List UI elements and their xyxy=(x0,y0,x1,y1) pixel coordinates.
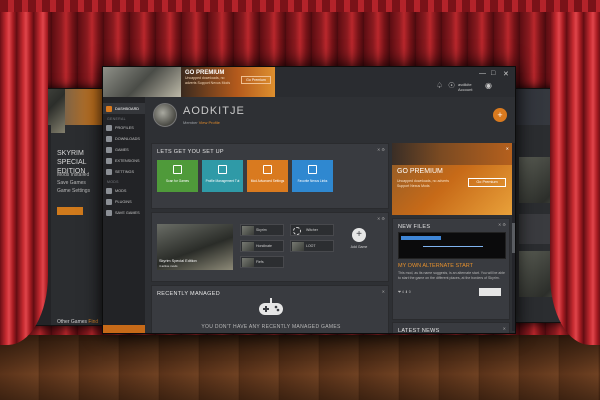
premium-banner: GO PREMIUM Uncapped downloads, no advert… xyxy=(181,67,275,97)
recently-managed-panel: RECENTLY MANAGED ✕ YOU DON'T HAVE ANY RE… xyxy=(151,285,389,333)
avatar-small[interactable]: ◉ xyxy=(485,81,492,90)
games-icon xyxy=(106,146,112,153)
titlebar: GO PREMIUM Uncapped downloads, no advert… xyxy=(103,67,515,97)
panel-controls-icon[interactable]: ✕ ⚙ xyxy=(498,222,506,227)
panel-title: LATEST NEWS xyxy=(398,328,440,334)
curtain-left xyxy=(0,0,48,345)
extensions-icon xyxy=(106,157,112,164)
go-premium-button[interactable]: Go Premium xyxy=(468,178,506,187)
panel-controls-icon[interactable]: ✕ xyxy=(382,289,385,294)
gamepad-icon xyxy=(259,298,283,315)
panel-controls-icon[interactable]: ✕ ⚙ xyxy=(377,147,385,152)
bg-line: Save Games xyxy=(57,180,86,186)
sidebar-item-downloads[interactable]: DOWNLOADS xyxy=(103,133,145,144)
game-slot[interactable]: LOOT xyxy=(290,240,334,252)
panel-title: LETS GET YOU SET UP xyxy=(157,149,224,155)
settings-icon xyxy=(106,168,112,175)
game-slot[interactable]: Fiefs xyxy=(240,256,284,268)
downloads-icon xyxy=(106,135,112,142)
profile-icon xyxy=(218,165,227,174)
tile-favorite-links[interactable]: Favorite Nexus Links xyxy=(292,160,333,192)
sidebar-footer-accent xyxy=(103,325,145,333)
bg-other-games: Other Games Find xyxy=(57,319,99,325)
curtain-right xyxy=(550,0,600,345)
username: AODKITJE xyxy=(183,105,245,117)
game-slot[interactable]: Witcher xyxy=(290,224,334,236)
maximize-button[interactable]: □ xyxy=(491,70,495,77)
premium-image xyxy=(392,143,512,165)
sidebar-item-plugins[interactable]: PLUGINS xyxy=(103,196,145,207)
sidebar-item-dashboard[interactable]: DASHBOARD xyxy=(103,103,145,114)
sidebar-item-save-games[interactable]: SAVE GAMES xyxy=(103,207,145,218)
member-role: Member View Profile xyxy=(183,120,220,125)
file-stats: ❤ 4 ⬇ 0 xyxy=(398,290,411,294)
sidebar-item-games[interactable]: GAMES xyxy=(103,144,145,155)
sidebar-section-mods: MODS xyxy=(107,180,119,184)
file-description: This mod, as its name suggests, is an al… xyxy=(398,271,506,280)
setup-panel: LETS GET YOU SET UP ✕ ⚙ Scan for Games P… xyxy=(151,143,389,209)
banner-subtitle: Uncapped downloads, no adverts Support N… xyxy=(185,76,231,85)
game-thumbnail xyxy=(103,67,181,97)
minimize-button[interactable]: — xyxy=(479,70,486,77)
file-banner-image[interactable] xyxy=(398,232,506,259)
latest-news-panel: LATEST NEWS ✕ xyxy=(392,322,510,334)
profiles-icon xyxy=(106,124,112,131)
panel-title: RECENTLY MANAGED xyxy=(157,291,220,297)
active-game-cover[interactable]: Skyrim Special Edition 4 active mods xyxy=(157,224,233,270)
mods-icon xyxy=(106,187,112,194)
sidebar-section-general: GENERAL xyxy=(107,117,126,121)
banner-premium-button[interactable]: Go Premium xyxy=(241,76,271,84)
dashboard-icon xyxy=(106,105,112,112)
bg-line: Game Settings xyxy=(57,188,91,194)
new-files-panel: NEW FILES ✕ ⚙ MY OWN ALTERNATE START Thi… xyxy=(392,218,510,320)
tile-profile-management[interactable]: Profile Management Tut xyxy=(202,160,243,192)
game-slot[interactable]: Hondinate xyxy=(240,240,284,252)
tile-scan-games[interactable]: Scan for Games xyxy=(157,160,198,192)
active-game-subtitle: 4 active mods xyxy=(159,264,178,268)
sidebar: DASHBOARD GENERAL PROFILES DOWNLOADS GAM… xyxy=(103,97,145,333)
bg-game-lines: Mods Installed Save Games Game Settings xyxy=(57,171,101,195)
premium-title: GO PREMIUM xyxy=(397,168,443,175)
add-game-button[interactable]: + Add Game xyxy=(346,228,372,266)
empty-state-text: YOU DON'T HAVE ANY RECENTLY MANAGED GAME… xyxy=(201,324,341,330)
help-icon[interactable]: ☉ xyxy=(448,81,455,90)
active-game-title: Skyrim Special Edition xyxy=(159,259,197,263)
settings-icon xyxy=(263,165,272,174)
scrollbar[interactable] xyxy=(512,143,515,331)
avatar[interactable] xyxy=(153,103,177,127)
close-button[interactable]: ✕ xyxy=(503,70,509,78)
search-icon xyxy=(173,165,182,174)
premium-subtitle: Uncapped downloads, no adverts Support N… xyxy=(397,179,449,188)
sidebar-item-extensions[interactable]: EXTENSIONS xyxy=(103,155,145,166)
games-panel: ✕ ⚙ Skyrim Special Edition 4 active mods… xyxy=(151,212,389,282)
sidebar-item-profiles[interactable]: PROFILES xyxy=(103,122,145,133)
save-games-icon xyxy=(106,209,112,216)
panel-title: NEW FILES xyxy=(398,224,431,230)
profile-header: AODKITJE Member View Profile + xyxy=(145,97,515,137)
file-title[interactable]: MY OWN ALTERNATE START xyxy=(398,263,473,269)
scrollbar-thumb[interactable] xyxy=(512,223,515,253)
panel-controls-icon[interactable]: ✕ xyxy=(503,326,506,331)
file-download-button[interactable] xyxy=(479,288,501,296)
plugins-icon xyxy=(106,198,112,205)
stage-floor xyxy=(0,335,600,400)
tile-advanced-settings[interactable]: Mod Advanced Settings xyxy=(247,160,288,192)
curtain-valance xyxy=(0,0,600,12)
sidebar-item-mods[interactable]: MODS xyxy=(103,185,145,196)
bell-icon[interactable]: ♤ xyxy=(436,81,443,90)
panel-controls-icon[interactable]: ✕ ⚙ xyxy=(377,216,385,221)
view-profile-link[interactable]: View Profile xyxy=(199,120,220,125)
vortex-window: GO PREMIUM Uncapped downloads, no advert… xyxy=(102,66,516,334)
add-widget-button[interactable]: + xyxy=(493,108,507,122)
panel-controls-icon[interactable]: ✕ xyxy=(506,146,509,151)
link-icon xyxy=(308,165,317,174)
bg-play-button xyxy=(57,207,83,215)
user-menu[interactable]: avdikite Account xyxy=(458,82,472,92)
premium-panel: ✕ GO PREMIUM Uncapped downloads, no adve… xyxy=(392,143,512,215)
game-slot[interactable]: Skyrim xyxy=(240,224,284,236)
plus-icon: + xyxy=(352,228,366,242)
bg-line: Mods Installed xyxy=(57,172,90,178)
sidebar-item-settings[interactable]: SETTINGS xyxy=(103,166,145,177)
